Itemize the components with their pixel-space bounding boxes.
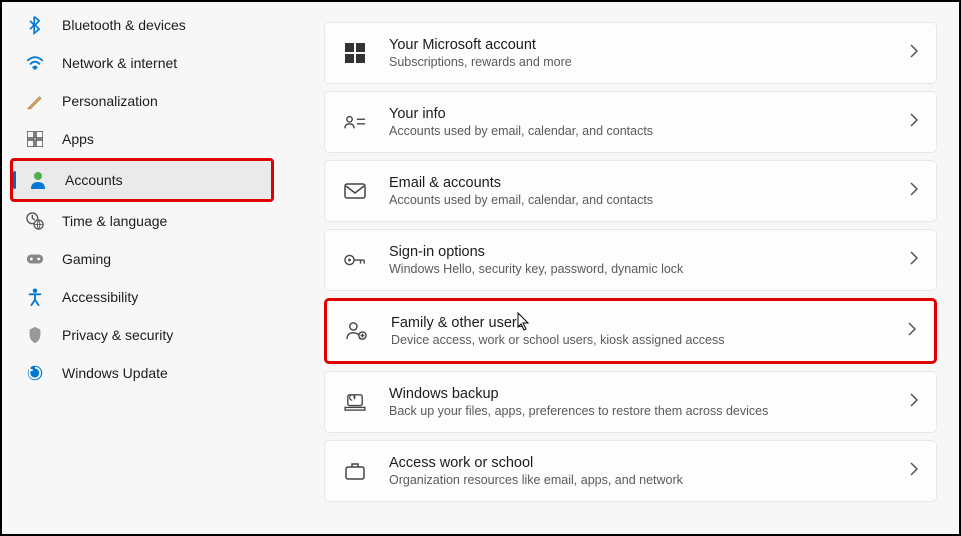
chevron-right-icon	[910, 393, 918, 412]
card-body: Access work or school Organization resou…	[389, 455, 910, 487]
card-subtitle: Windows Hello, security key, password, d…	[389, 262, 910, 276]
sidebar-item-time-language[interactable]: Time & language	[10, 202, 274, 240]
card-access-work-school[interactable]: Access work or school Organization resou…	[324, 440, 937, 502]
sidebar-item-accounts[interactable]: Accounts	[13, 161, 271, 199]
chevron-right-icon	[910, 182, 918, 201]
card-title: Access work or school	[389, 455, 910, 471]
card-title: Windows backup	[389, 386, 910, 402]
card-windows-backup[interactable]: Windows backup Back up your files, apps,…	[324, 371, 937, 433]
sidebar-item-label: Apps	[62, 131, 94, 147]
sidebar-item-label: Bluetooth & devices	[62, 17, 186, 33]
sidebar-item-label: Time & language	[62, 213, 167, 229]
sidebar-item-privacy-security[interactable]: Privacy & security	[10, 316, 274, 354]
bluetooth-icon	[24, 15, 46, 35]
gamepad-icon	[24, 252, 46, 266]
id-card-icon	[343, 114, 367, 130]
backup-icon	[343, 393, 367, 411]
card-microsoft-account[interactable]: Your Microsoft account Subscriptions, re…	[324, 22, 937, 84]
sidebar-item-windows-update[interactable]: Windows Update	[10, 354, 274, 392]
accessibility-icon	[24, 288, 46, 306]
sidebar-item-gaming[interactable]: Gaming	[10, 240, 274, 278]
update-icon	[24, 364, 46, 382]
sidebar-item-apps[interactable]: Apps	[10, 120, 274, 158]
sidebar: Bluetooth & devices Network & internet P…	[2, 2, 282, 534]
main-panel: Your Microsoft account Subscriptions, re…	[282, 2, 959, 534]
card-subtitle: Back up your files, apps, preferences to…	[389, 404, 910, 418]
sidebar-item-label: Windows Update	[62, 365, 168, 381]
sidebar-item-label: Accounts	[65, 172, 123, 188]
card-body: Windows backup Back up your files, apps,…	[389, 386, 910, 418]
card-email-accounts[interactable]: Email & accounts Accounts used by email,…	[324, 160, 937, 222]
mail-icon	[343, 183, 367, 199]
card-your-info[interactable]: Your info Accounts used by email, calend…	[324, 91, 937, 153]
card-body: Sign-in options Windows Hello, security …	[389, 244, 910, 276]
card-title: Your info	[389, 106, 910, 122]
card-body: Your info Accounts used by email, calend…	[389, 106, 910, 138]
card-title: Email & accounts	[389, 175, 910, 191]
sidebar-item-accessibility[interactable]: Accessibility	[10, 278, 274, 316]
chevron-right-icon	[910, 251, 918, 270]
chevron-right-icon	[910, 462, 918, 481]
sidebar-item-label: Personalization	[62, 93, 158, 109]
card-subtitle: Accounts used by email, calendar, and co…	[389, 193, 910, 207]
sidebar-item-label: Privacy & security	[62, 327, 173, 343]
chevron-right-icon	[908, 322, 916, 341]
apps-icon	[24, 131, 46, 147]
briefcase-icon	[343, 462, 367, 480]
card-title: Sign-in options	[389, 244, 910, 260]
card-subtitle: Subscriptions, rewards and more	[389, 55, 910, 69]
family-icon	[345, 321, 369, 341]
microsoft-icon	[343, 43, 367, 63]
card-signin-options[interactable]: Sign-in options Windows Hello, security …	[324, 229, 937, 291]
card-title: Family & other users	[391, 315, 908, 331]
shield-icon	[24, 326, 46, 344]
card-body: Family & other users Device access, work…	[391, 315, 908, 347]
card-body: Email & accounts Accounts used by email,…	[389, 175, 910, 207]
sidebar-item-label: Network & internet	[62, 55, 177, 71]
person-icon	[27, 171, 49, 189]
card-title: Your Microsoft account	[389, 37, 910, 53]
card-subtitle: Device access, work or school users, kio…	[391, 333, 908, 347]
card-family-other-users[interactable]: Family & other users Device access, work…	[324, 298, 937, 364]
sidebar-item-label: Gaming	[62, 251, 111, 267]
chevron-right-icon	[910, 44, 918, 63]
sidebar-item-label: Accessibility	[62, 289, 138, 305]
clock-language-icon	[24, 212, 46, 230]
key-icon	[343, 253, 367, 267]
sidebar-item-personalization[interactable]: Personalization	[10, 82, 274, 120]
sidebar-item-bluetooth-devices[interactable]: Bluetooth & devices	[10, 6, 274, 44]
card-subtitle: Organization resources like email, apps,…	[389, 473, 910, 487]
chevron-right-icon	[910, 113, 918, 132]
brush-icon	[24, 92, 46, 110]
card-body: Your Microsoft account Subscriptions, re…	[389, 37, 910, 69]
card-subtitle: Accounts used by email, calendar, and co…	[389, 124, 910, 138]
wifi-icon	[24, 55, 46, 71]
sidebar-item-network-internet[interactable]: Network & internet	[10, 44, 274, 82]
